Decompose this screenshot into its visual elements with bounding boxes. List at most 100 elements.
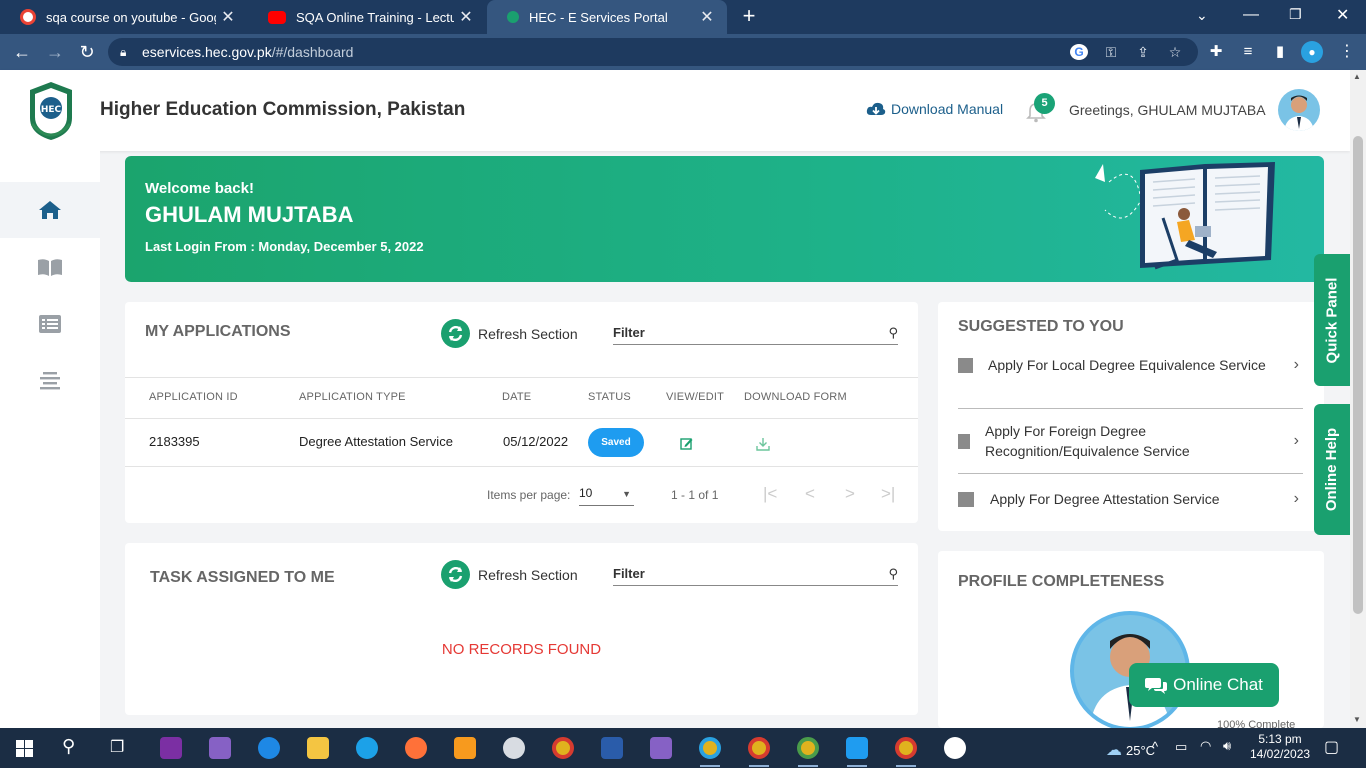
battery-icon[interactable]: ▭ [1175,739,1187,755]
bookmark-star-icon[interactable]: ☆ [1166,44,1184,60]
close-tab-icon[interactable]: ✕ [695,7,719,27]
refresh-applications-button[interactable]: Refresh Section [441,319,578,348]
applications-filter-input[interactable]: Filter ⚲ [613,321,898,345]
browser-tab-active[interactable]: HEC - E Services Portal ✕ [487,0,727,34]
notification-count-badge[interactable]: 5 [1034,93,1055,114]
refresh-label: Refresh Section [478,325,578,342]
quick-panel-label: Quick Panel [1323,277,1341,363]
browser-tab-bar: sqa course on youtube - Google ✕ SQA Onl… [0,0,1366,34]
side-panel-icon[interactable]: ▮ [1269,41,1291,63]
reading-illustration [1095,162,1275,270]
download-icon[interactable] [756,437,770,451]
home-icon [39,201,61,219]
tab-search-icon[interactable]: ⌄ [1196,7,1208,24]
sidebar-item-home[interactable] [0,182,100,238]
prev-page-icon[interactable]: < [805,484,815,504]
extensions-icon[interactable]: ✚ [1205,41,1227,63]
app-icon[interactable] [258,737,280,759]
column-header: DATE [502,391,532,403]
my-applications-card: MY APPLICATIONS Refresh Section Filter ⚲… [125,302,918,523]
scrollbar-thumb[interactable] [1353,136,1363,614]
quick-panel-tab[interactable]: Quick Panel [1314,254,1350,386]
scroll-down-icon[interactable]: ▼ [1353,715,1361,724]
forward-icon[interactable]: → [44,41,66,63]
search-icon[interactable]: ⚲ [62,736,75,757]
chrome-profile-icon[interactable] [797,737,819,759]
edit-icon[interactable] [680,437,693,450]
close-tab-icon[interactable]: ✕ [216,7,240,27]
suggested-item-label: Apply For Local Degree Equivalence Servi… [988,357,1266,373]
edge-icon[interactable] [356,737,378,759]
sidebar-item-guide[interactable] [0,239,100,295]
online-help-tab[interactable]: Online Help [1314,404,1350,535]
dev-cpp-icon[interactable] [601,737,623,759]
google-lens-icon[interactable]: G [1070,44,1088,60]
suggested-item[interactable]: Apply For Local Degree Equivalence Servi… [958,355,1303,375]
window-close-icon[interactable]: ✕ [1336,5,1349,25]
welcome-back-text: Welcome back! [145,180,254,197]
password-key-icon[interactable]: ⚿ [1102,44,1120,60]
taskbar-clock[interactable]: 5:13 pm 14/02/2023 [1250,732,1310,762]
chrome-menu-icon[interactable]: ⋮ [1336,41,1358,63]
suggested-title: SUGGESTED TO YOU [958,318,1124,335]
weather-temperature: 25°C [1126,743,1156,758]
running-indicator [847,765,867,767]
welcome-user-name: GHULAM MUJTABA [145,202,354,227]
volume-icon[interactable]: 🔊︎ [1223,738,1231,754]
browser-tab[interactable]: sqa course on youtube - Google ✕ [0,0,248,34]
weather-widget[interactable]: ☁ 25°C [1106,740,1155,760]
suggested-item[interactable]: Apply For Degree Attestation Service › [958,489,1303,509]
page-scrollbar[interactable]: ▲ ▼ [1350,70,1366,728]
column-header: VIEW/EDIT [666,391,725,403]
chrome-profile-icon[interactable] [699,737,721,759]
browser-tab[interactable]: SQA Online Training - Lecture # 0 ✕ [248,0,486,34]
chevron-right-icon: › [1293,432,1299,449]
tasks-filter-input[interactable]: Filter ⚲ [613,562,898,586]
lock-icon[interactable]: 🔒︎ [120,38,126,66]
minimize-icon[interactable]: — [1243,6,1259,24]
windows-start-icon[interactable] [16,740,33,757]
search-icon: ⚲ [888,324,898,340]
app-icon[interactable] [503,737,525,759]
tab-title: SQA Online Training - Lecture # 0 [296,9,454,25]
reload-icon[interactable]: ↻ [76,41,98,63]
sidebar-item-menu[interactable] [0,353,100,409]
onenote-icon[interactable] [160,737,182,759]
firefox-icon[interactable] [405,737,427,759]
new-tab-icon[interactable]: + [738,5,760,27]
suggested-item[interactable]: Apply For Foreign Degree Recognition/Equ… [958,421,1303,461]
items-per-page-value: 10 [579,486,593,500]
visual-studio-icon[interactable] [209,737,231,759]
notifications-icon[interactable]: ▢ [1324,737,1339,757]
chrome-icon[interactable] [552,737,574,759]
file-explorer-icon[interactable] [307,737,329,759]
first-page-icon[interactable]: |< [763,484,777,504]
tray-overflow-icon[interactable]: ^ [1152,739,1158,754]
close-tab-icon[interactable]: ✕ [454,7,478,27]
vscode-icon[interactable] [846,737,868,759]
scroll-up-icon[interactable]: ▲ [1353,72,1361,81]
refresh-tasks-button[interactable]: Refresh Section [441,560,578,589]
visual-studio-icon[interactable] [650,737,672,759]
next-page-icon[interactable]: > [845,484,855,504]
user-avatar[interactable] [1278,89,1320,131]
wifi-icon[interactable]: ◠ [1200,738,1211,754]
sidebar-item-applications[interactable] [0,296,100,352]
task-assigned-title: TASK ASSIGNED TO ME [150,569,335,586]
sublime-text-icon[interactable] [454,737,476,759]
media-icon[interactable]: ≡ [1237,41,1259,63]
chrome-profile-icon[interactable] [748,737,770,759]
download-manual-link[interactable]: Download Manual [866,101,1003,117]
online-chat-button[interactable]: Online Chat [1129,663,1279,707]
chrome-icon[interactable] [895,737,917,759]
items-per-page-select[interactable]: 10 ▼ [579,486,634,506]
share-icon[interactable]: ⇪ [1134,44,1152,60]
bullet-icon [958,433,970,449]
task-view-icon[interactable]: ❐ [110,737,124,757]
restore-icon[interactable]: ❐ [1289,6,1302,23]
address-bar[interactable]: 🔒︎ eservices.hec.gov.pk/#/dashboard G ⚿ … [108,38,1198,66]
back-icon[interactable]: ← [11,41,33,63]
profile-avatar-icon[interactable]: ● [1301,41,1323,63]
last-page-icon[interactable]: >| [881,484,895,504]
mongodb-compass-icon[interactable] [944,737,966,759]
